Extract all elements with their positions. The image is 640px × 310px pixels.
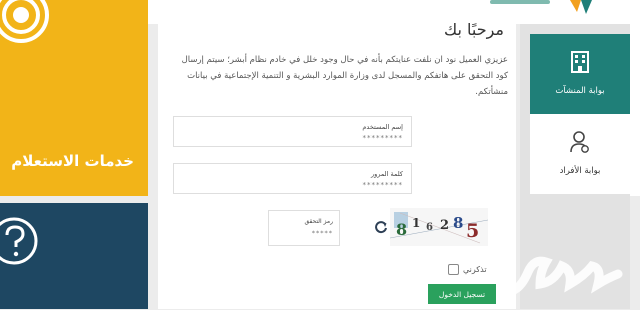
username-input[interactable]: [283, 134, 403, 142]
remember-me[interactable]: تذكرني: [448, 264, 487, 275]
captcha-image: 8 1 6 2 8 5: [390, 208, 488, 246]
username-field[interactable]: إسم المستخدم: [173, 116, 412, 147]
inquiry-services-label: خدمات الاستعلام: [11, 152, 134, 170]
nav-individuals-label: بوابة الأفراد: [559, 166, 601, 176]
remember-label: تذكرني: [463, 265, 487, 274]
login-button[interactable]: تسجيل الدخول: [428, 284, 496, 304]
refresh-icon[interactable]: [374, 219, 388, 234]
logo: [566, 0, 596, 20]
captcha-char: 5: [466, 220, 480, 242]
question-icon: [0, 215, 40, 267]
broadcast-icon: [0, 0, 50, 44]
captcha-char: 2: [440, 218, 450, 233]
username-label: إسم المستخدم: [362, 123, 403, 131]
nav-establishments-portal[interactable]: بوابة المنشآت: [530, 34, 630, 114]
welcome-title: مرحبًا بك: [443, 20, 504, 39]
password-field[interactable]: كلمة المرور: [173, 163, 412, 194]
user-gear-icon: [570, 130, 590, 154]
remember-checkbox[interactable]: [448, 264, 459, 275]
captcha-char: 6: [426, 222, 433, 233]
help-tile[interactable]: [0, 203, 148, 309]
captcha-field[interactable]: رمز التحقق: [268, 210, 340, 246]
login-panel: مرحبًا بك عزيزي العميل نود ان نلفت عنايت…: [158, 16, 516, 309]
inquiry-services-tile[interactable]: خدمات الاستعلام: [0, 0, 148, 196]
right-edge: [630, 24, 640, 196]
captcha-char: 8: [396, 220, 408, 239]
captcha-input[interactable]: [283, 229, 333, 237]
password-input[interactable]: [283, 181, 403, 189]
captcha-label: رمز التحقق: [304, 218, 333, 225]
nav-individuals-portal[interactable]: بوابة الأفراد: [530, 114, 630, 194]
password-label: كلمة المرور: [371, 170, 403, 178]
watermark-logo: [508, 246, 632, 306]
captcha-char: 1: [412, 216, 421, 230]
welcome-message: عزيزي العميل نود ان نلفت عنايتكم بأنه في…: [181, 55, 508, 97]
building-icon: [570, 50, 590, 74]
captcha-char: 8: [453, 214, 464, 232]
logo-text-fragment: [490, 0, 550, 4]
nav-establishments-label: بوابة المنشآت: [555, 86, 605, 96]
